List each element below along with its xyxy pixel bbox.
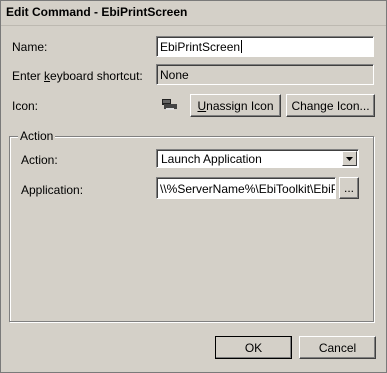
application-path-input[interactable]: \\%ServerName%\EbiToolkit\EbiPrir xyxy=(156,177,336,199)
text-caret xyxy=(241,40,243,53)
application-label: Application: xyxy=(21,183,84,197)
browse-button[interactable]: ... xyxy=(339,177,359,199)
edit-command-dialog: Edit Command - EbiPrintScreen Name: EbiP… xyxy=(0,0,387,373)
unassign-icon-button[interactable]: Unassign Icon xyxy=(190,94,281,117)
unassign-hotkey: U xyxy=(197,98,207,113)
cancel-button[interactable]: Cancel xyxy=(299,336,376,359)
shortcut-label-prefix: Enter xyxy=(12,69,45,83)
action-group-legend: Action xyxy=(18,129,56,143)
chevron-down-icon[interactable] xyxy=(342,151,357,166)
change-icon-button[interactable]: Change Icon... xyxy=(286,94,375,117)
window-title: Edit Command - EbiPrintScreen xyxy=(6,5,188,19)
ok-button[interactable]: OK xyxy=(215,336,292,359)
shortcut-value: None xyxy=(160,68,189,82)
icon-label: Icon: xyxy=(12,99,39,113)
action-selected-value: Launch Application xyxy=(161,152,262,166)
action-label: Action: xyxy=(21,153,58,167)
application-path-value: \\%ServerName%\EbiToolkit\EbiPrir xyxy=(160,182,336,196)
shortcut-label-suffix: eyboard shortcut: xyxy=(50,69,143,83)
keyboard-shortcut-label: Enter keyboard shortcut: xyxy=(12,69,143,83)
keyboard-shortcut-field[interactable]: None xyxy=(156,64,374,85)
title-bar: Edit Command - EbiPrintScreen xyxy=(1,1,386,26)
name-input-value: EbiPrintScreen xyxy=(160,40,241,54)
name-input[interactable]: EbiPrintScreen xyxy=(156,36,374,57)
unassign-label: nassign Icon xyxy=(206,98,274,113)
printer-icon xyxy=(161,98,179,112)
name-label: Name: xyxy=(12,40,48,54)
action-dropdown[interactable]: Launch Application xyxy=(156,149,359,168)
